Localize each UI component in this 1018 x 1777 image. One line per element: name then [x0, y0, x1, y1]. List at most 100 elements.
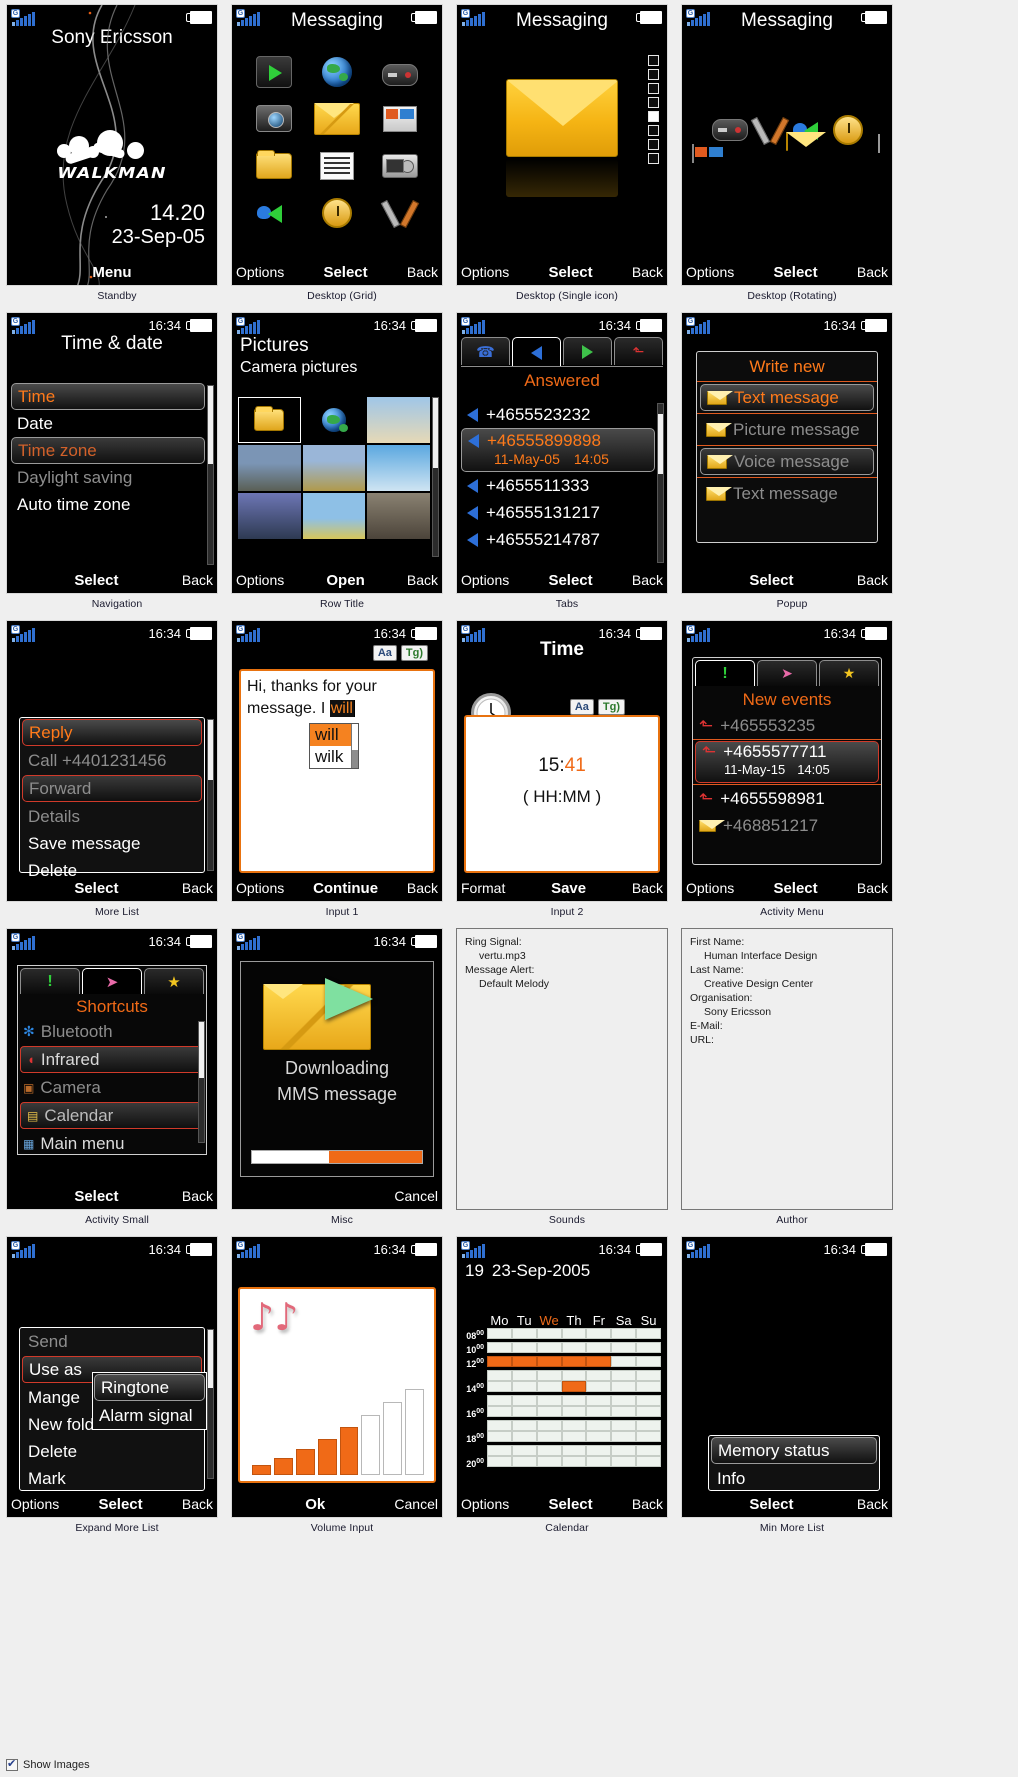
softkey-center[interactable]: Open — [284, 572, 407, 589]
suggestion-scrollbar[interactable] — [351, 724, 358, 768]
softkey-right[interactable]: Back — [182, 880, 213, 896]
suggestion-list[interactable]: will wilk — [309, 723, 359, 769]
list-item[interactable]: +46555131217 — [461, 499, 655, 526]
icon-windows-media[interactable] — [369, 96, 432, 141]
softkey-right[interactable]: Back — [407, 880, 438, 896]
softkey-left[interactable]: Options — [686, 264, 734, 280]
softkey-left[interactable]: Options — [461, 572, 509, 588]
list-item-selected[interactable]: +46555899898 11-May-05 14:05 — [461, 428, 655, 472]
softkey-left[interactable]: Options — [461, 1496, 509, 1512]
softkey-center[interactable]: Select — [509, 572, 632, 589]
phone-screen-desktop-single[interactable]: G Messaging Options Select Back — [456, 4, 668, 286]
phone-screen-more-list[interactable]: G 16:34 Reply Call +4401231456 Forward D… — [6, 620, 218, 902]
calendar-grid[interactable]: Mo Tu We Th Fr Sa Su 0800 1000 1200 1400… — [463, 1313, 661, 1470]
list-item[interactable]: ⬑ +4655598981 — [693, 785, 881, 812]
icon-camera[interactable] — [242, 96, 305, 141]
list-item[interactable]: Text message — [700, 384, 874, 411]
calendar-row[interactable] — [463, 1395, 661, 1406]
calendar-row[interactable]: 1400 — [463, 1381, 661, 1395]
envelope-icon[interactable] — [786, 132, 788, 151]
submenu-item[interactable]: Alarm signal — [93, 1402, 206, 1429]
softkey-right[interactable]: Back — [857, 572, 888, 588]
tab-running-apps[interactable]: ➤ — [82, 968, 142, 994]
phone-screen-input1[interactable]: G 16:34 Aa Tg) Hi, thanks for your messa… — [231, 620, 443, 902]
phone-screen-expand-more-list[interactable]: G 16:34 Send Use as Mange New folder Del… — [6, 1236, 218, 1518]
time-editor[interactable]: 15:41 ( HH:MM ) — [464, 715, 660, 873]
softkey-right[interactable]: Back — [632, 1496, 663, 1512]
thumbnail[interactable] — [367, 397, 430, 443]
volume-bar[interactable] — [295, 1449, 315, 1475]
list-item[interactable]: Text message — [700, 480, 874, 507]
phone-screen-calendar[interactable]: G 16:34 19 23-Sep-2005 Mo Tu We Th Fr Sa … — [456, 1236, 668, 1518]
volume-bar[interactable] — [339, 1426, 359, 1475]
list-item[interactable]: Info — [709, 1465, 879, 1492]
scrollbar[interactable] — [198, 1021, 205, 1143]
tab-new-events[interactable]: ! — [20, 968, 80, 994]
softkey-right[interactable]: Back — [407, 264, 438, 280]
thumbnail-camera-folder[interactable] — [238, 397, 301, 443]
icon-tools[interactable] — [369, 190, 432, 235]
list-item[interactable]: Auto time zone — [11, 491, 205, 518]
volume-bar[interactable] — [273, 1457, 293, 1475]
list-icon[interactable] — [878, 134, 880, 153]
calendar-row[interactable]: 2000 — [463, 1456, 661, 1470]
calendar-row[interactable]: 1800 — [463, 1431, 661, 1445]
calendar-row[interactable] — [463, 1445, 661, 1456]
icon-list[interactable] — [305, 143, 368, 188]
softkey-center[interactable]: Save — [505, 880, 632, 897]
list-item[interactable]: ▤ Calendar — [20, 1102, 204, 1129]
softkey-center[interactable]: Select — [734, 880, 857, 897]
icon-radio[interactable] — [369, 143, 432, 188]
list-item-selected[interactable]: ⬑ +4655577711 11-May-15 14:05 — [695, 741, 879, 783]
phone-screen-activity-small[interactable]: G 16:34 ! ➤ ★ Shortcuts ✻ Bluetooth ◖ Infr… — [6, 928, 218, 1210]
softkey-center[interactable]: Ok — [236, 1496, 394, 1513]
volume-bar[interactable] — [317, 1438, 337, 1475]
tab-missed[interactable]: ⬑ — [614, 337, 663, 365]
softkey-center[interactable]: Select — [509, 1496, 632, 1513]
list-item[interactable]: +4655511333 — [461, 472, 655, 499]
text-editor[interactable]: Hi, thanks for your message. I will will… — [239, 669, 435, 873]
calendar-row[interactable]: 1000 — [463, 1342, 661, 1356]
softkey-left[interactable]: Options — [11, 1496, 59, 1512]
volume-bar[interactable] — [361, 1414, 381, 1475]
list-item[interactable]: Picture message — [700, 416, 874, 443]
softkey-right[interactable]: Back — [857, 264, 888, 280]
tab-running-apps[interactable]: ➤ — [757, 660, 817, 686]
phone-screen-tabs[interactable]: G 16:34 ☎ ⬑ Answered +4655523232 +465558… — [456, 312, 668, 594]
gamepad-icon[interactable] — [711, 119, 748, 141]
icon-media-play[interactable] — [242, 49, 305, 94]
list-item[interactable]: Reply — [22, 719, 202, 746]
softkey-left[interactable]: Options — [461, 264, 509, 280]
list-item[interactable]: Time — [11, 383, 205, 410]
icon-globe[interactable] — [305, 49, 368, 94]
calendar-row[interactable]: 1200 — [463, 1356, 661, 1370]
icon-alarm[interactable] — [305, 190, 368, 235]
phone-screen-activity-menu[interactable]: G 16:34 ! ➤ ★ New events ⬑ +465553235 ⬑ +4… — [681, 620, 893, 902]
softkey-right[interactable]: Back — [182, 1188, 213, 1204]
calendar-row[interactable]: 0800 — [463, 1328, 661, 1342]
tab-shortcuts[interactable]: ★ — [144, 968, 204, 994]
softkey-right[interactable]: Back — [632, 264, 663, 280]
softkey-center[interactable]: Select — [11, 880, 182, 897]
tab-all-calls[interactable]: ☎ — [461, 337, 510, 365]
list-item[interactable]: Send — [20, 1328, 204, 1355]
softkey-center[interactable]: Select — [686, 572, 857, 589]
scrollbar[interactable] — [207, 385, 214, 565]
softkey-right[interactable]: Back — [632, 572, 663, 588]
softkey-left[interactable]: Options — [236, 264, 284, 280]
softkey-left[interactable]: Format — [461, 880, 505, 896]
list-item[interactable]: Date — [11, 410, 205, 437]
list-item[interactable]: Daylight saving — [11, 464, 205, 491]
softkey-right[interactable]: Back — [182, 1496, 213, 1512]
list-item[interactable]: ✻ Bluetooth — [18, 1018, 206, 1045]
softkey-left[interactable]: Options — [236, 572, 284, 588]
list-item[interactable]: Time zone — [11, 437, 205, 464]
softkey-right[interactable]: Back — [632, 880, 663, 896]
list-item[interactable]: +46555214787 — [461, 526, 655, 553]
alarm-icon[interactable] — [832, 115, 863, 145]
contact-icon[interactable] — [692, 144, 694, 163]
softkey-center[interactable]: Select — [284, 264, 407, 281]
softkey-right[interactable]: Cancel — [394, 1188, 438, 1204]
list-item[interactable]: ▣ Camera — [18, 1074, 206, 1101]
thumbnail[interactable] — [238, 445, 301, 491]
